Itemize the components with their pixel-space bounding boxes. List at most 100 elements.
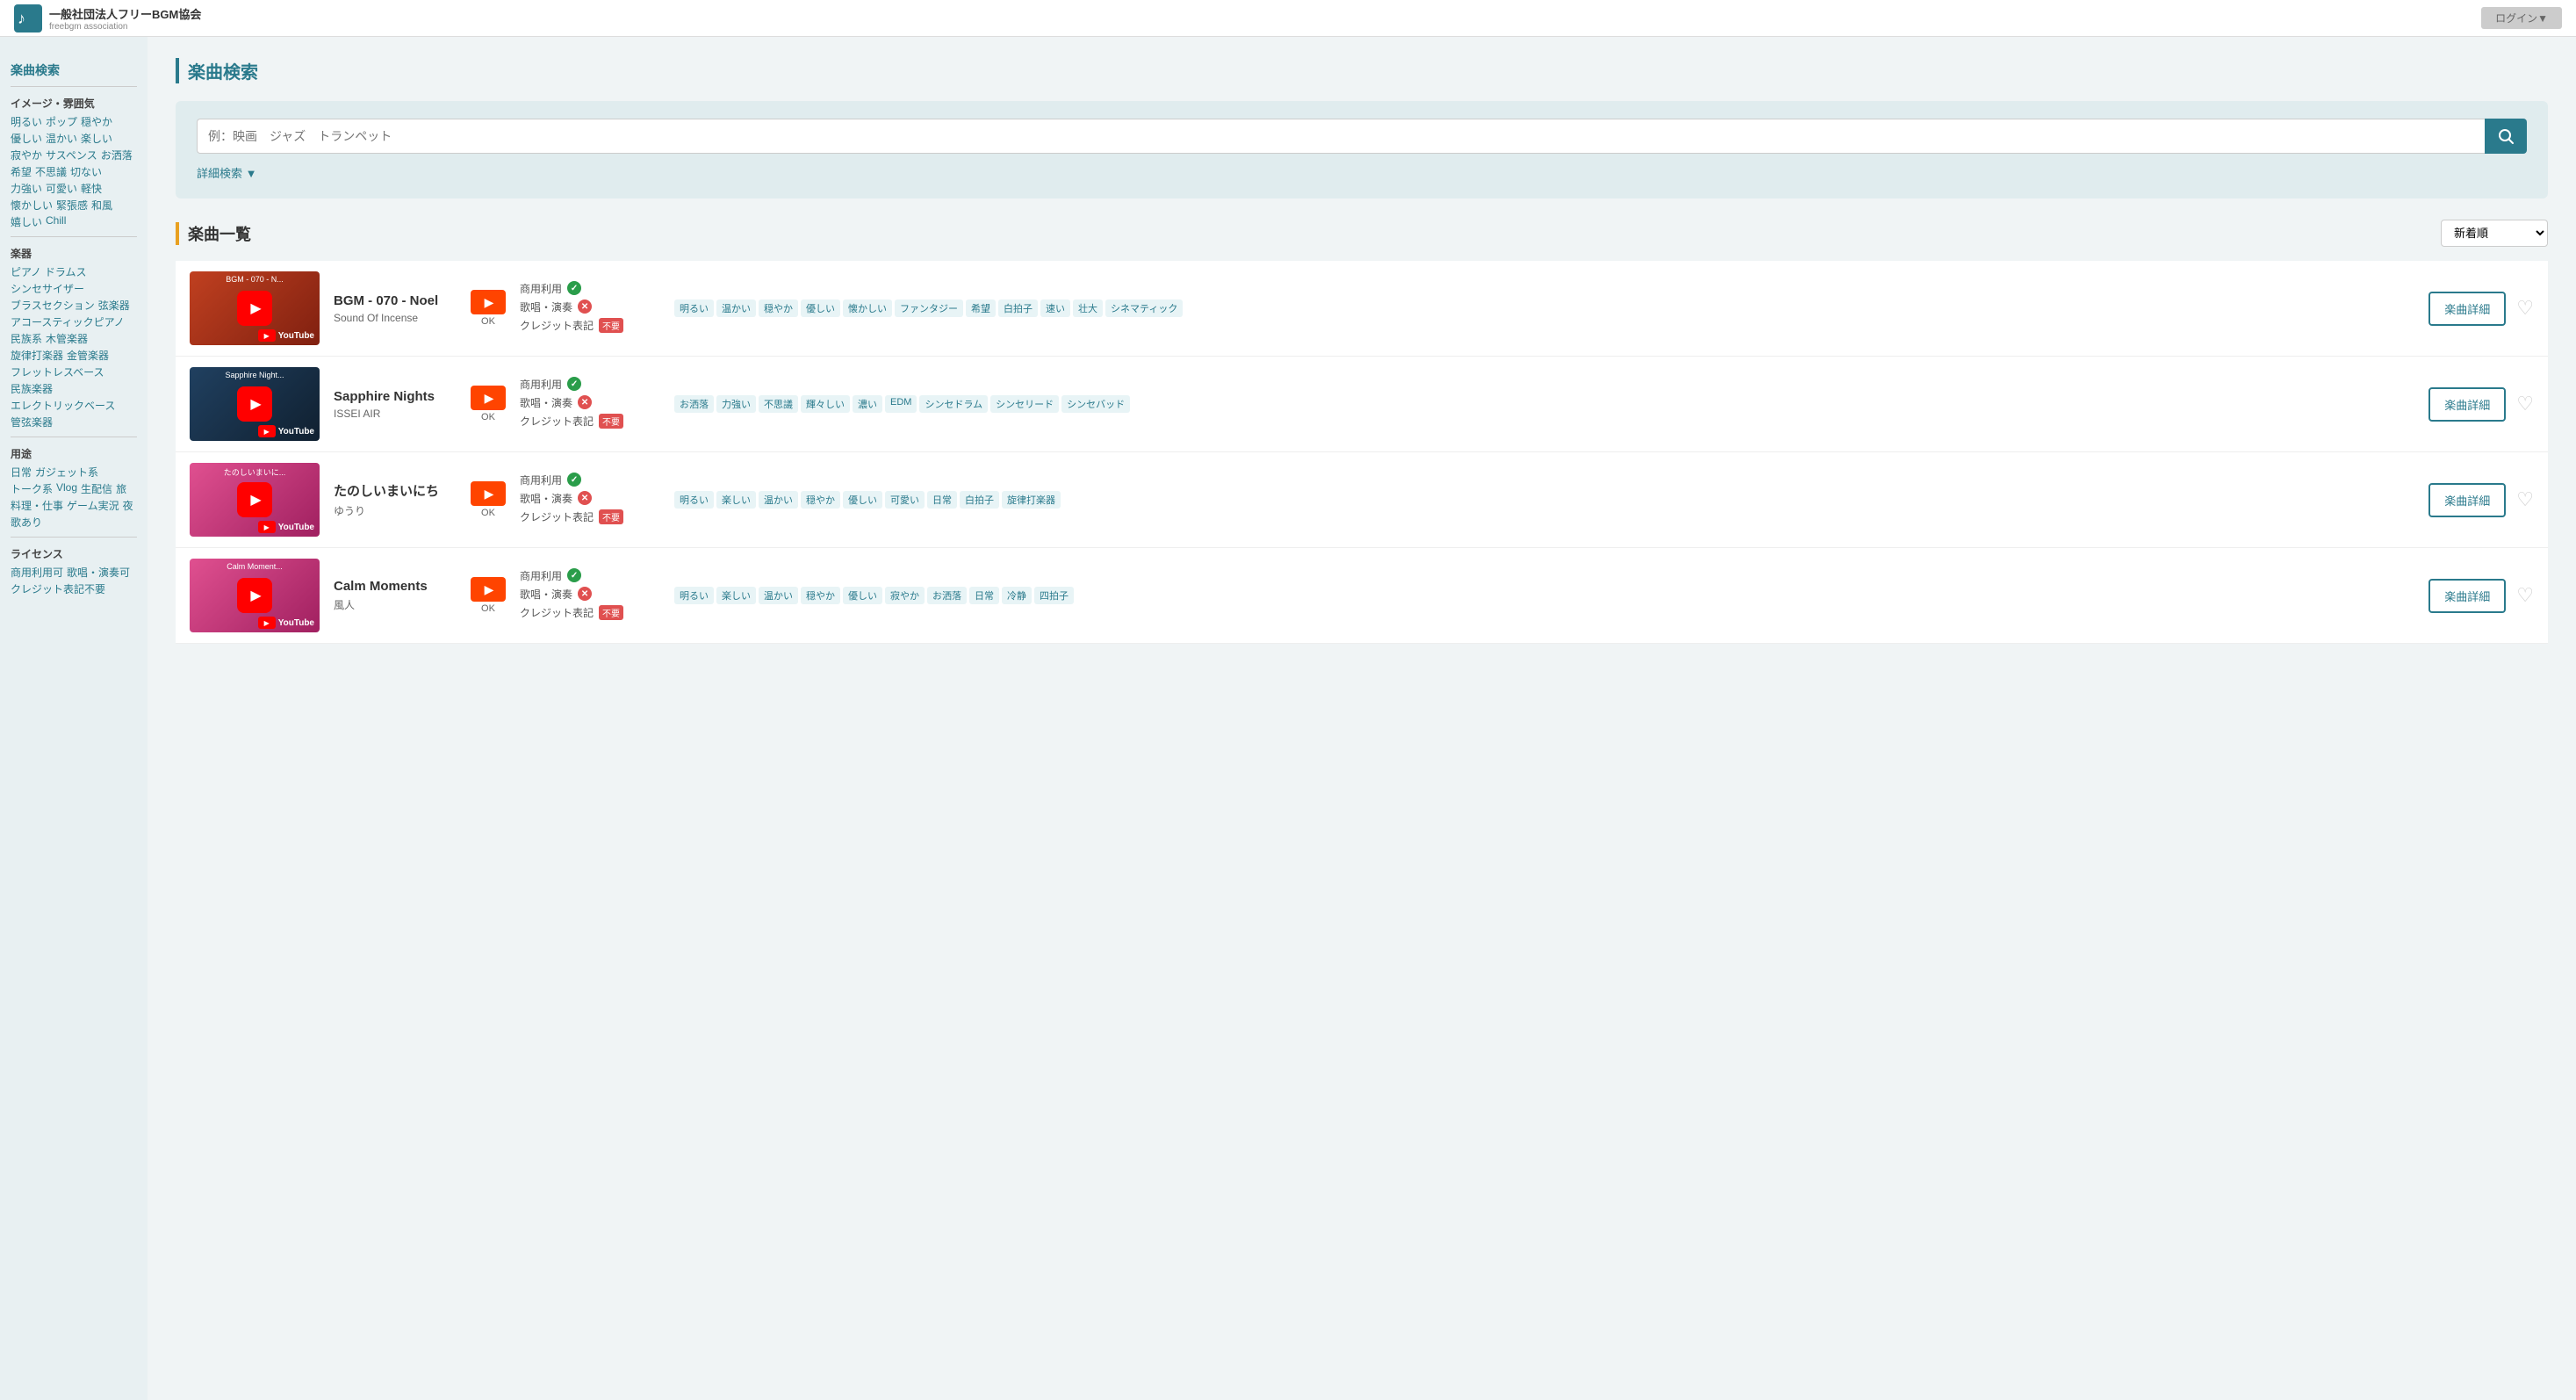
yt-logo-1: YouTube (258, 329, 314, 342)
sidebar-link-atatakai[interactable]: 温かい (46, 131, 77, 146)
sidebar-link-akarui[interactable]: 明るい (11, 114, 42, 129)
detail-button-2[interactable]: 楽曲詳細 (2428, 387, 2506, 422)
section-title: 楽曲一覧 (176, 222, 251, 245)
header-right: ログイン▼ (2481, 7, 2562, 29)
track-artist-4: 風人 (334, 597, 457, 612)
sidebar-link-setsunai[interactable]: 切ない (70, 164, 102, 179)
track-title-4: Calm Moments (334, 579, 457, 594)
sidebar-link-fretless[interactable]: フレットレスベース (11, 364, 104, 379)
sidebar-link-singing[interactable]: 歌唱・演奏可 (67, 565, 130, 580)
sidebar-link-brass2[interactable]: 金管楽器 (67, 348, 109, 363)
license-credit-1: クレジット表記 不要 (520, 318, 660, 333)
favorite-button-3[interactable]: ♡ (2516, 488, 2534, 511)
track-thumbnail-3[interactable]: たのしいまいに... YouTube (190, 463, 320, 537)
yt-ok-icon-3 (471, 481, 506, 506)
sidebar-link-acoustic-piano[interactable]: アコースティックピアノ (11, 314, 125, 329)
login-button[interactable]: ログイン▼ (2481, 7, 2562, 29)
advanced-search-toggle[interactable]: 詳細検索 ▼ (197, 164, 2527, 181)
sidebar-link-tanoshii[interactable]: 楽しい (81, 131, 112, 146)
license-commercial-1: 商用利用 ✓ (520, 281, 660, 296)
sort-select[interactable]: 新着順 人気順 タイトル順 (2441, 220, 2548, 247)
sidebar-link-talk[interactable]: トーク系 (11, 481, 53, 496)
track-title-2: Sapphire Nights (334, 389, 457, 404)
license-singing-2: 歌唱・演奏 ✕ (520, 395, 660, 410)
detail-button-4[interactable]: 楽曲詳細 (2428, 579, 2506, 613)
sidebar-link-oshare[interactable]: お洒落 (101, 148, 133, 162)
sidebar-link-elec-bass[interactable]: エレクトリックベース (11, 398, 115, 413)
favorite-button-2[interactable]: ♡ (2516, 393, 2534, 415)
sidebar-link-piano[interactable]: ピアノ (11, 264, 41, 279)
yt-logo-2: YouTube (258, 425, 314, 437)
track-actions-1: 楽曲詳細 ♡ (2428, 292, 2534, 326)
page-title-area: 楽曲検索 (176, 58, 2548, 83)
yt-text-1: YouTube (278, 331, 314, 341)
table-row: Sapphire Night... YouTube Sapphire Night… (176, 357, 2548, 452)
sidebar-link-no-credit[interactable]: クレジット表記不要 (11, 581, 105, 596)
track-licenses-1: 商用利用 ✓ 歌唱・演奏 ✕ クレジット表記 不要 (520, 281, 660, 336)
ok-text-4: OK (481, 603, 495, 614)
sidebar-link-kibou[interactable]: 希望 (11, 164, 32, 179)
play-icon-4 (237, 578, 272, 613)
sidebar-link-drums[interactable]: ドラムス (45, 264, 87, 279)
sidebar-link-game[interactable]: ゲーム実況 (67, 498, 119, 513)
sidebar-link-melody-perc[interactable]: 旋律打楽器 (11, 348, 63, 363)
sidebar-link-synth[interactable]: シンセサイザー (11, 281, 84, 296)
track-thumbnail-1[interactable]: BGM - 070 - N... YouTube (190, 271, 320, 345)
sidebar-link-chill[interactable]: Chill (46, 214, 66, 229)
sidebar-link-wafu[interactable]: 和風 (91, 198, 112, 213)
detail-button-3[interactable]: 楽曲詳細 (2428, 483, 2506, 517)
sidebar-link-woodwind[interactable]: 木管楽器 (46, 331, 88, 346)
sidebar-link-yasashii[interactable]: 優しい (11, 131, 42, 146)
track-title-3: たのしいまいにち (334, 481, 457, 500)
sidebar-link-orchestra[interactable]: 管弦楽器 (11, 415, 53, 429)
sidebar-link-gadget[interactable]: ガジェット系 (35, 465, 98, 480)
sidebar-link-fushigi[interactable]: 不思議 (35, 164, 67, 179)
sidebar-usage-links: 日常 ガジェット系 トーク系 Vlog 生配信 旅 料理・仕事 ゲーム実況 夜 … (11, 465, 137, 530)
license-singing-3: 歌唱・演奏 ✕ (520, 491, 660, 506)
sidebar-link-yoru[interactable]: 夜 (123, 498, 133, 513)
sidebar-link-brass[interactable]: ブラスセクション (11, 298, 95, 313)
track-thumbnail-4[interactable]: Calm Moment... YouTube (190, 559, 320, 632)
sidebar-link-kawaii[interactable]: 可愛い (46, 181, 77, 196)
sidebar-link-vlog[interactable]: Vlog (56, 481, 77, 496)
yt-text-4: YouTube (278, 618, 314, 628)
sidebar-link-suspense[interactable]: サスペンス (46, 148, 97, 162)
sidebar-link-tabi[interactable]: 旅 (116, 481, 126, 496)
sidebar-link-minzoku[interactable]: 民族系 (11, 331, 42, 346)
sidebar-link-pop[interactable]: ポップ (46, 114, 77, 129)
yt-logo-4: YouTube (258, 617, 314, 629)
sidebar-link-odayaka[interactable]: 穏やか (81, 114, 112, 129)
sidebar-license-title: ライセンス (11, 546, 137, 561)
yt-red-icon-1 (258, 329, 276, 342)
detail-button-1[interactable]: 楽曲詳細 (2428, 292, 2506, 326)
track-tags-1: 明るい 温かい 穏やか 優しい 懐かしい ファンタジー 希望 白拍子 速い 壮大… (674, 299, 2414, 317)
sidebar-link-natsukashii[interactable]: 懐かしい (11, 198, 53, 213)
sidebar-link-folk[interactable]: 民族楽器 (11, 381, 53, 396)
sidebar-link-kincho[interactable]: 緊張感 (56, 198, 88, 213)
sidebar-link-keikai[interactable]: 軽快 (81, 181, 102, 196)
sidebar-search-title: 楽曲検索 (11, 61, 137, 79)
track-list-section: 楽曲一覧 新着順 人気順 タイトル順 BGM - 070 - N... (176, 220, 2548, 644)
sidebar-link-ureshii[interactable]: 嬉しい (11, 214, 42, 229)
sidebar-usage-title: 用途 (11, 446, 137, 461)
sidebar-link-sabiyaka[interactable]: 寂やか (11, 148, 42, 162)
sidebar-link-tsuyoi[interactable]: 力強い (11, 181, 42, 196)
sidebar-link-commercial[interactable]: 商用利用可 (11, 565, 63, 580)
yt-text-2: YouTube (278, 427, 314, 437)
sidebar-link-utaari[interactable]: 歌あり (11, 515, 42, 530)
sidebar-link-nichijo[interactable]: 日常 (11, 465, 32, 480)
track-thumbnail-2[interactable]: Sapphire Night... YouTube (190, 367, 320, 441)
search-input[interactable] (197, 119, 2485, 154)
track-actions-3: 楽曲詳細 ♡ (2428, 483, 2534, 517)
sidebar-link-live[interactable]: 生配信 (81, 481, 112, 496)
sidebar: 楽曲検索 イメージ・雰囲気 明るい ポップ 穏やか 優しい 温かい 楽しい 寂や… (0, 37, 148, 1400)
advanced-search-label: 詳細検索 ▼ (197, 164, 256, 181)
ok-text-2: OK (481, 412, 495, 422)
favorite-button-1[interactable]: ♡ (2516, 297, 2534, 320)
track-artist-2: ISSEI AIR (334, 408, 457, 420)
thumbnail-title-3: たのしいまいに... (193, 466, 316, 478)
search-button[interactable] (2485, 119, 2527, 154)
sidebar-link-cooking[interactable]: 料理・仕事 (11, 498, 63, 513)
sidebar-link-strings[interactable]: 弦楽器 (98, 298, 130, 313)
favorite-button-4[interactable]: ♡ (2516, 584, 2534, 607)
